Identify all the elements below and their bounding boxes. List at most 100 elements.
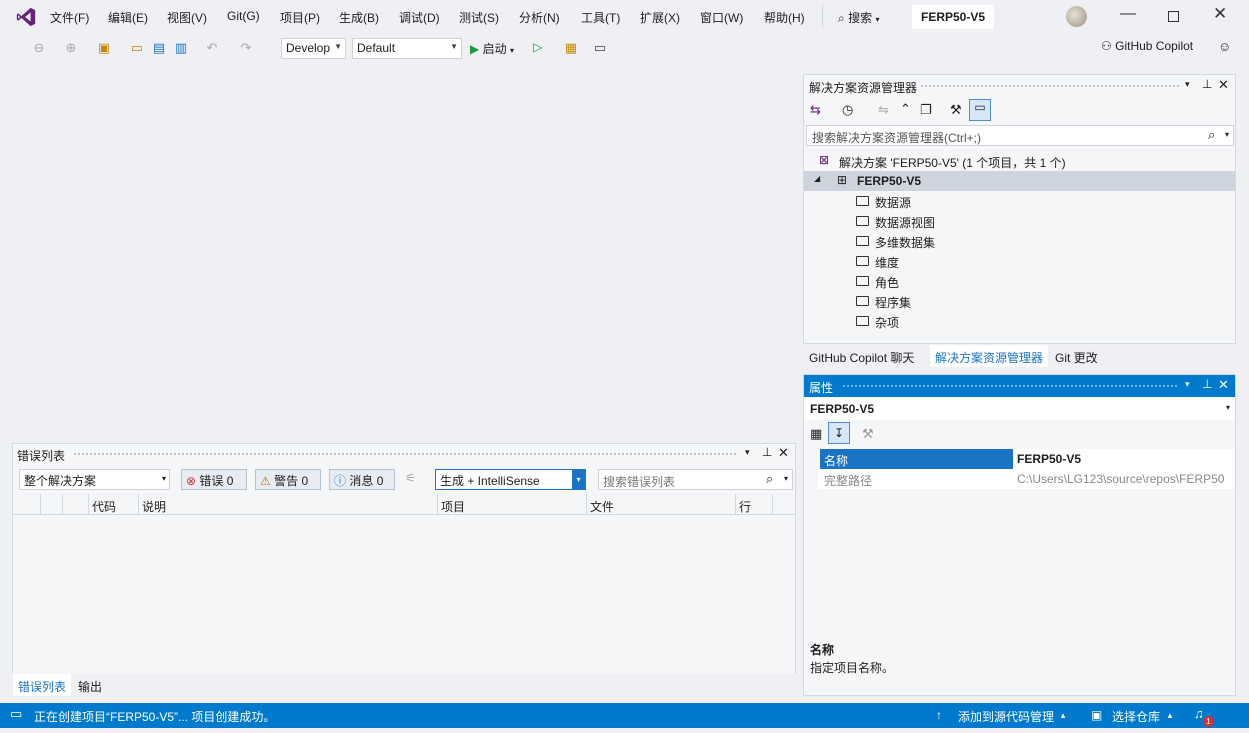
close-panel-icon[interactable]: ✕: [1218, 77, 1229, 93]
property-row[interactable]: 完整路径 C:\Users\LG123\source\repos\FERP50: [818, 469, 1235, 489]
visual-studio-logo-icon[interactable]: [15, 6, 37, 28]
layout-icon[interactable]: ▭: [591, 39, 609, 57]
show-all-files-icon[interactable]: ❐: [920, 102, 932, 118]
menu-item[interactable]: 帮助(H): [764, 9, 805, 26]
history-icon[interactable]: ◷: [842, 102, 853, 118]
menu-item[interactable]: 编辑(E): [108, 9, 148, 26]
menu-item[interactable]: 调试(D): [399, 9, 440, 26]
tab-solution-explorer[interactable]: 解决方案资源管理器: [930, 345, 1049, 367]
solution-configuration-combo[interactable]: Develop ▼: [281, 38, 346, 59]
project-icon: ⊞: [837, 173, 848, 187]
chevron-down-icon[interactable]: ▾: [745, 447, 750, 458]
project-node[interactable]: ◢ ⊞ FERP50-V5: [804, 171, 1235, 191]
column-code[interactable]: 代码: [92, 498, 116, 515]
drag-handle[interactable]: [842, 384, 1177, 389]
warnings-filter-button[interactable]: ⚠ 警告 0: [255, 469, 321, 490]
menu-item[interactable]: 窗口(W): [700, 9, 743, 26]
solution-search-box[interactable]: 搜索解决方案资源管理器(Ctrl+;) ⌕ ▾: [806, 125, 1234, 146]
switch-views-icon[interactable]: ⇆: [810, 102, 821, 118]
properties-wrench-icon[interactable]: ⚒: [950, 102, 962, 118]
save-all-icon[interactable]: ▥: [172, 39, 190, 57]
object-selector[interactable]: FERP50-V5 ▾: [804, 398, 1235, 420]
pin-icon[interactable]: ⊥: [1202, 377, 1212, 391]
close-panel-icon[interactable]: ✕: [778, 445, 789, 461]
column-divider: [437, 494, 438, 515]
pin-icon[interactable]: ⊥: [762, 445, 772, 459]
build-filter-combo[interactable]: 生成 + IntelliSense ▾: [435, 469, 586, 490]
menu-item[interactable]: 视图(V): [167, 9, 207, 26]
sync-icon[interactable]: ⇋: [878, 102, 889, 118]
add-to-source-control[interactable]: 添加到源代码管理: [958, 708, 1054, 725]
tab-copilot-chat[interactable]: GitHub Copilot 聊天: [809, 349, 914, 366]
chat-icon[interactable]: ▭: [10, 706, 22, 722]
preview-selected-icon[interactable]: ▭: [969, 99, 991, 121]
chevron-down-icon[interactable]: ▾: [1185, 79, 1190, 90]
folder-node[interactable]: 杂项: [804, 311, 1235, 331]
errors-filter-button[interactable]: ⊗ 错误 0: [181, 469, 247, 490]
save-icon[interactable]: ▤: [150, 39, 168, 57]
close-window-icon[interactable]: ✕: [1213, 4, 1227, 24]
menu-item[interactable]: 测试(S): [459, 9, 499, 26]
folder-icon: [856, 216, 869, 226]
error-search-box[interactable]: 搜索错误列表 ⌕ ▾: [598, 469, 793, 490]
close-panel-icon[interactable]: ✕: [1218, 377, 1229, 393]
select-repository[interactable]: 选择仓库: [1112, 708, 1160, 725]
chevron-down-icon[interactable]: ▾: [1185, 379, 1190, 390]
solution-node[interactable]: ⊠ 解决方案 'FERP50-V5' (1 个项目，共 1 个): [804, 151, 1235, 171]
filter-icon[interactable]: ⚟: [405, 471, 416, 485]
property-row[interactable]: 名称 FERP50-V5: [818, 449, 1235, 469]
description-text: 指定项目名称。: [810, 661, 895, 675]
menu-item[interactable]: 生成(B): [339, 9, 379, 26]
folder-node[interactable]: 数据源: [804, 191, 1235, 211]
column-line[interactable]: 行: [739, 498, 751, 515]
chevron-down-icon: ▼: [334, 42, 342, 51]
folder-node[interactable]: 维度: [804, 251, 1235, 271]
maximize-icon[interactable]: [1168, 11, 1179, 22]
folder-node[interactable]: 多维数据集: [804, 231, 1235, 251]
alphabetical-icon[interactable]: ↧: [828, 422, 850, 444]
redo-icon[interactable]: ↷: [237, 39, 255, 57]
notification-bell-icon[interactable]: ♫: [1194, 706, 1204, 721]
new-project-icon[interactable]: ▣: [95, 39, 113, 57]
github-copilot-button[interactable]: ⚇ GitHub Copilot: [1101, 39, 1193, 53]
navigate-forward-icon[interactable]: ⊕: [62, 39, 80, 57]
navigate-back-icon[interactable]: ⊖: [30, 39, 48, 57]
property-pages-icon[interactable]: ⚒: [862, 426, 874, 442]
expand-arrow-icon[interactable]: ◢: [814, 174, 820, 183]
categorized-icon[interactable]: ▦: [810, 426, 822, 442]
folder-node[interactable]: 数据源视图: [804, 211, 1235, 231]
column-project[interactable]: 项目: [441, 498, 465, 515]
folder-node[interactable]: 角色: [804, 271, 1235, 291]
pin-icon[interactable]: ⊥: [1202, 77, 1212, 91]
menu-item[interactable]: 工具(T): [581, 9, 620, 26]
collapse-all-icon[interactable]: ⌃: [900, 101, 911, 117]
search-button[interactable]: ⌕ 搜索 ▾: [838, 9, 879, 26]
folder-node[interactable]: 程序集: [804, 291, 1235, 311]
drag-handle[interactable]: [73, 452, 738, 457]
open-folder-icon[interactable]: ▭: [128, 39, 146, 57]
user-avatar[interactable]: [1066, 6, 1087, 27]
tab-output[interactable]: 输出: [78, 678, 102, 695]
start-without-debugging-icon[interactable]: ▷: [533, 40, 542, 54]
menu-item[interactable]: Git(G): [227, 9, 260, 23]
menu-item[interactable]: 文件(F): [50, 9, 89, 26]
repository-icon: ▣: [1091, 708, 1103, 722]
menu-item[interactable]: 分析(N): [519, 9, 560, 26]
menu-item[interactable]: 项目(P): [280, 9, 320, 26]
tab-git-changes[interactable]: Git 更改: [1055, 349, 1098, 366]
menu-item[interactable]: 扩展(X): [640, 9, 680, 26]
scope-combo[interactable]: 整个解决方案 ▾: [19, 469, 170, 490]
column-file[interactable]: 文件: [590, 498, 614, 515]
messages-filter-button[interactable]: ⓘ 消息 0: [329, 469, 395, 490]
column-description[interactable]: 说明: [142, 498, 166, 515]
tab-error-list[interactable]: 错误列表: [13, 674, 72, 696]
feedback-icon[interactable]: ☺: [1218, 39, 1231, 54]
publish-icon[interactable]: ▦: [562, 39, 580, 57]
start-button[interactable]: ▶ 启动 ▾: [470, 40, 514, 57]
folder-label: 数据源: [875, 196, 912, 210]
drag-handle[interactable]: [920, 84, 1180, 89]
undo-icon[interactable]: ↶: [203, 39, 221, 57]
minimize-icon[interactable]: —: [1120, 5, 1136, 23]
arrow-up-icon: ↑: [936, 708, 942, 722]
platform-combo[interactable]: Default ▼: [352, 38, 462, 59]
